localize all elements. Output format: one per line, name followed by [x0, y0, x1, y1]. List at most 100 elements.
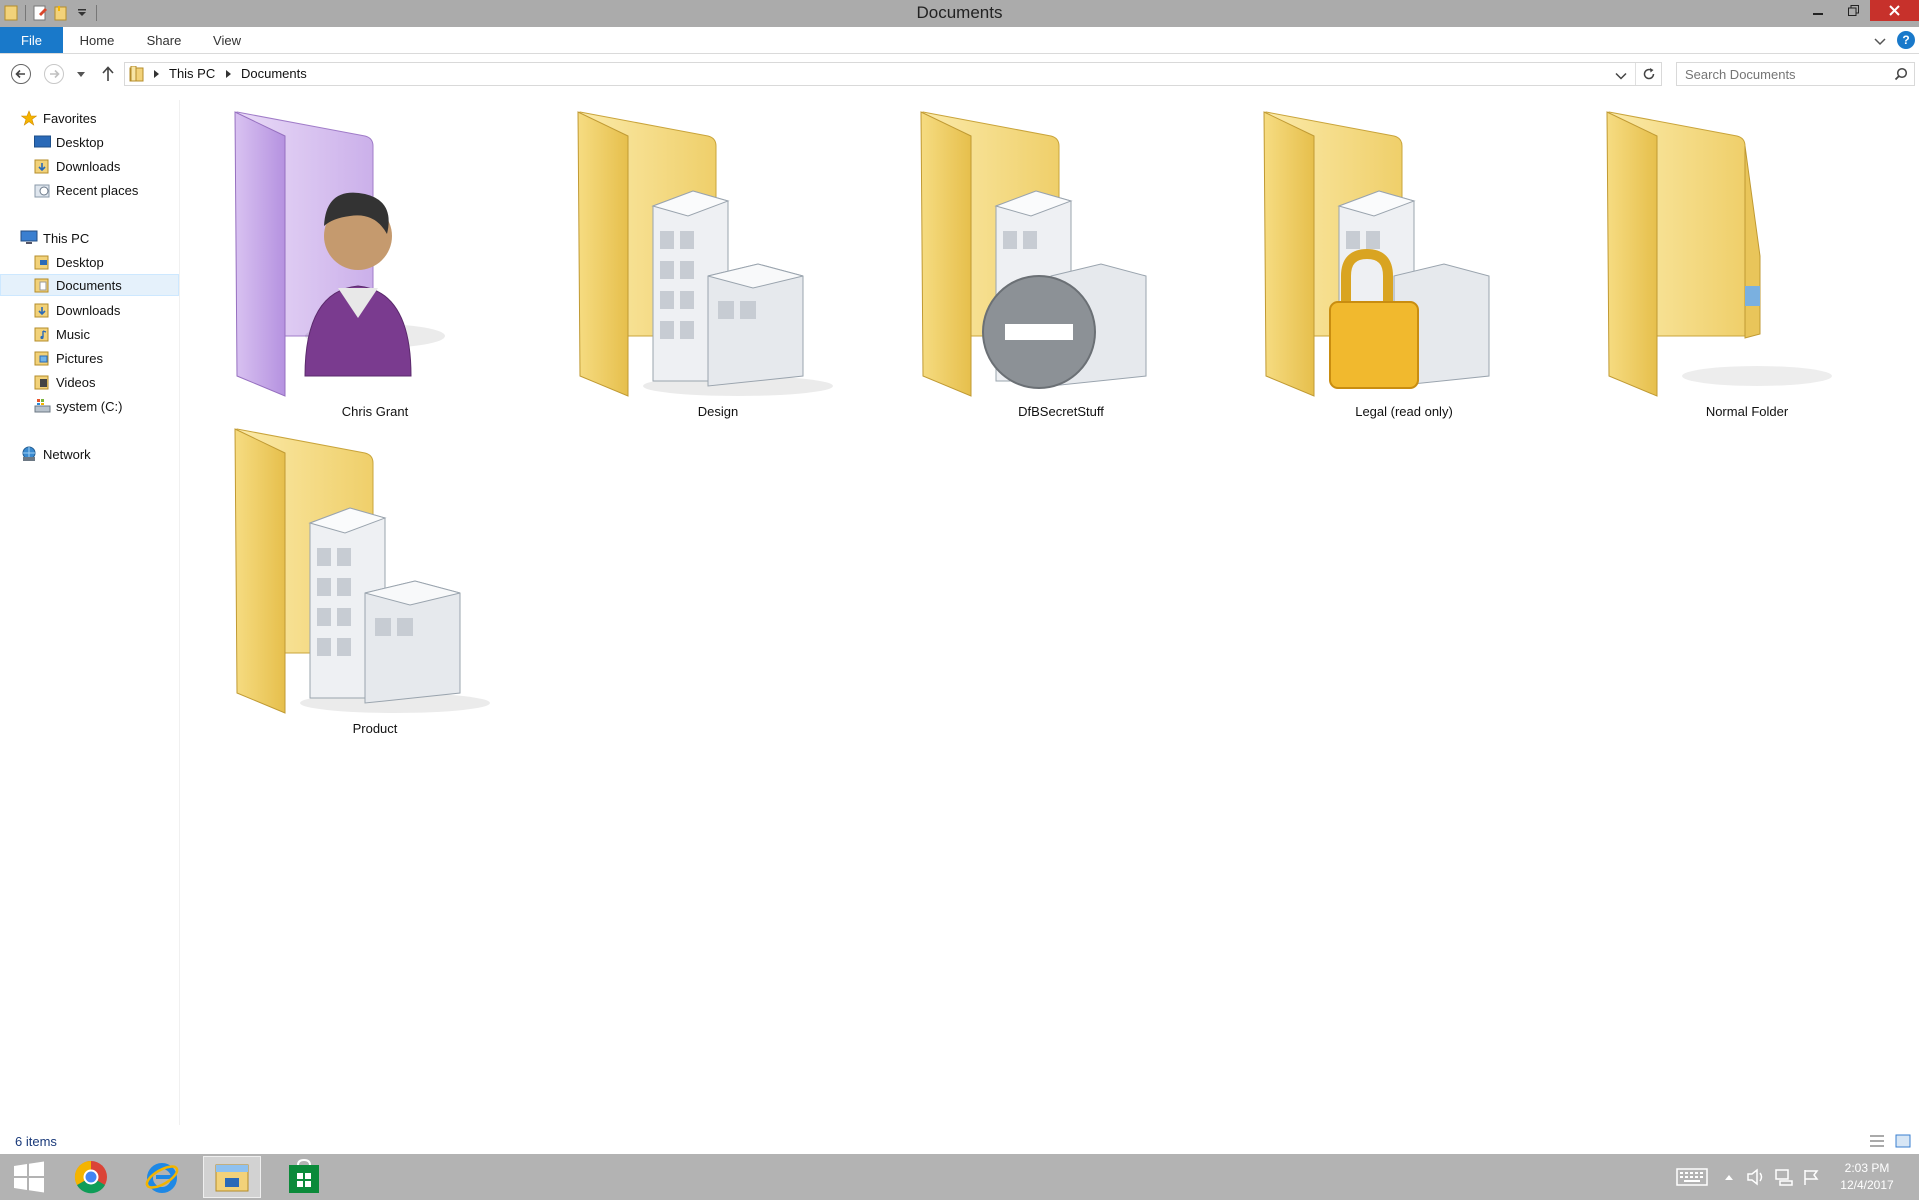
taskbar-store[interactable] [275, 1156, 333, 1198]
tab-file[interactable]: File [0, 27, 63, 53]
desktop-icon [33, 133, 51, 151]
nav-label: Favorites [43, 110, 97, 126]
expand-ribbon-button[interactable] [1872, 33, 1888, 49]
nav-this-pc[interactable]: This PC [20, 227, 89, 249]
show-hidden-icons-button[interactable] [1720, 1164, 1738, 1190]
ribbon-tabs: File Home Share View ? [0, 27, 1919, 54]
volume-button[interactable] [1744, 1164, 1768, 1190]
shared-folder-icon [577, 111, 833, 397]
breadcrumb-documents[interactable]: Documents [241, 66, 307, 81]
nav-label: This PC [43, 230, 90, 246]
nav-this-pc-downloads[interactable]: Downloads [33, 299, 120, 321]
restore-button[interactable] [1836, 0, 1870, 21]
folder-item-chris-grant[interactable]: Chris Grant [225, 106, 525, 426]
nav-favorites-downloads[interactable]: Downloads [33, 155, 120, 177]
close-icon [1889, 5, 1900, 16]
network-status-button[interactable] [1772, 1164, 1796, 1190]
nav-label: Music [56, 326, 90, 342]
taskbar-chrome[interactable] [62, 1156, 120, 1198]
breadcrumb-this-pc[interactable]: This PC [169, 66, 215, 81]
downloads-folder-icon [33, 157, 51, 175]
documents-folder-icon [33, 276, 51, 294]
help-button[interactable]: ? [1897, 31, 1915, 49]
nav-label: Desktop [56, 134, 104, 150]
nav-this-pc-documents[interactable]: Documents [0, 274, 179, 296]
nav-label: system (C:) [56, 398, 123, 414]
tab-share[interactable]: Share [140, 27, 188, 53]
breadcrumb-separator[interactable] [154, 70, 159, 78]
taskbar-file-explorer[interactable] [203, 1156, 261, 1198]
navigation-pane: Favorites Desktop Downloads Recent place… [0, 100, 180, 1125]
recent-places-icon [33, 181, 51, 199]
folder-item-normal-folder[interactable]: Normal Folder [1597, 106, 1897, 426]
nav-network[interactable]: Network [20, 443, 91, 465]
chevron-down-icon [77, 72, 85, 77]
nav-this-pc-videos[interactable]: Videos [33, 371, 96, 393]
file-explorer-icon [215, 1164, 249, 1192]
minimize-icon [1813, 12, 1823, 15]
folder-item-product[interactable]: Product [225, 423, 525, 743]
breadcrumb-separator[interactable] [226, 70, 231, 78]
folder-item-dfbsecretstuff[interactable]: DfBSecretStuff [911, 106, 1211, 426]
window-title: Documents [916, 3, 1003, 22]
taskbar: 2:03 PM 12/4/2017 [0, 1154, 1919, 1200]
back-button[interactable] [9, 62, 33, 86]
clock-time: 2:03 PM [1844, 1161, 1890, 1175]
tab-home[interactable]: Home [72, 27, 122, 53]
address-history-button[interactable] [1615, 69, 1627, 84]
taskbar-internet-explorer[interactable] [133, 1156, 191, 1198]
details-view-button[interactable] [1868, 1133, 1886, 1149]
large-icons-view-icon [1895, 1134, 1911, 1148]
nav-favorites-recent-places[interactable]: Recent places [33, 179, 138, 201]
nav-label: Documents [56, 277, 122, 293]
navigation-bar: This PC Documents [0, 58, 1919, 90]
search-icon[interactable] [1894, 67, 1908, 84]
nav-this-pc-system-drive[interactable]: system (C:) [33, 395, 122, 417]
folder-icon [129, 65, 147, 85]
folder-name: Product [352, 721, 398, 736]
recent-locations-button[interactable] [72, 62, 90, 86]
restore-icon [1847, 5, 1859, 16]
videos-folder-icon [33, 373, 51, 391]
nav-favorites[interactable]: Favorites [20, 107, 96, 129]
flag-icon [1804, 1170, 1819, 1185]
internet-explorer-icon [145, 1163, 179, 1193]
nav-favorites-desktop[interactable]: Desktop [33, 131, 104, 153]
nav-this-pc-pictures[interactable]: Pictures [33, 347, 103, 369]
refresh-button[interactable] [1635, 63, 1661, 85]
tab-view[interactable]: View [204, 27, 250, 53]
folder-name: Chris Grant [341, 404, 409, 419]
search-input[interactable] [1685, 65, 1885, 83]
store-icon [289, 1159, 319, 1193]
pictures-folder-icon [33, 349, 51, 367]
user-folder-icon [234, 111, 445, 397]
windows-logo-icon [14, 1161, 44, 1193]
forward-button[interactable] [42, 62, 66, 86]
minimize-button[interactable] [1800, 0, 1836, 21]
file-list: Chris Grant Design DfBSecretStuff Legal … [181, 100, 1919, 1125]
close-button[interactable] [1870, 0, 1919, 21]
start-button[interactable] [0, 1156, 58, 1198]
address-bar[interactable]: This PC Documents [124, 62, 1662, 86]
folder-name: Design [697, 404, 739, 419]
nav-label: Recent places [56, 182, 139, 198]
music-folder-icon [33, 325, 51, 343]
folder-item-design[interactable]: Design [568, 106, 868, 426]
speaker-icon [1747, 1168, 1763, 1186]
drive-icon [33, 397, 51, 415]
folder-name: DfBSecretStuff [1018, 404, 1104, 419]
touch-keyboard-button[interactable] [1674, 1164, 1710, 1190]
folder-name: Legal (read only) [1355, 404, 1453, 419]
nav-this-pc-music[interactable]: Music [33, 323, 90, 345]
shared-folder-icon [234, 428, 490, 714]
search-box[interactable] [1676, 62, 1915, 86]
large-icons-view-button[interactable] [1894, 1133, 1912, 1149]
up-button[interactable] [96, 62, 120, 86]
computer-icon [20, 229, 38, 247]
star-icon [20, 109, 38, 127]
folder-item-legal-read-only[interactable]: Legal (read only) [1254, 106, 1554, 426]
folder-icon [33, 253, 51, 271]
taskbar-clock[interactable]: 2:03 PM 12/4/2017 [1820, 1160, 1914, 1194]
blocked-folder-icon [920, 111, 1147, 397]
nav-this-pc-desktop[interactable]: Desktop [33, 251, 104, 273]
